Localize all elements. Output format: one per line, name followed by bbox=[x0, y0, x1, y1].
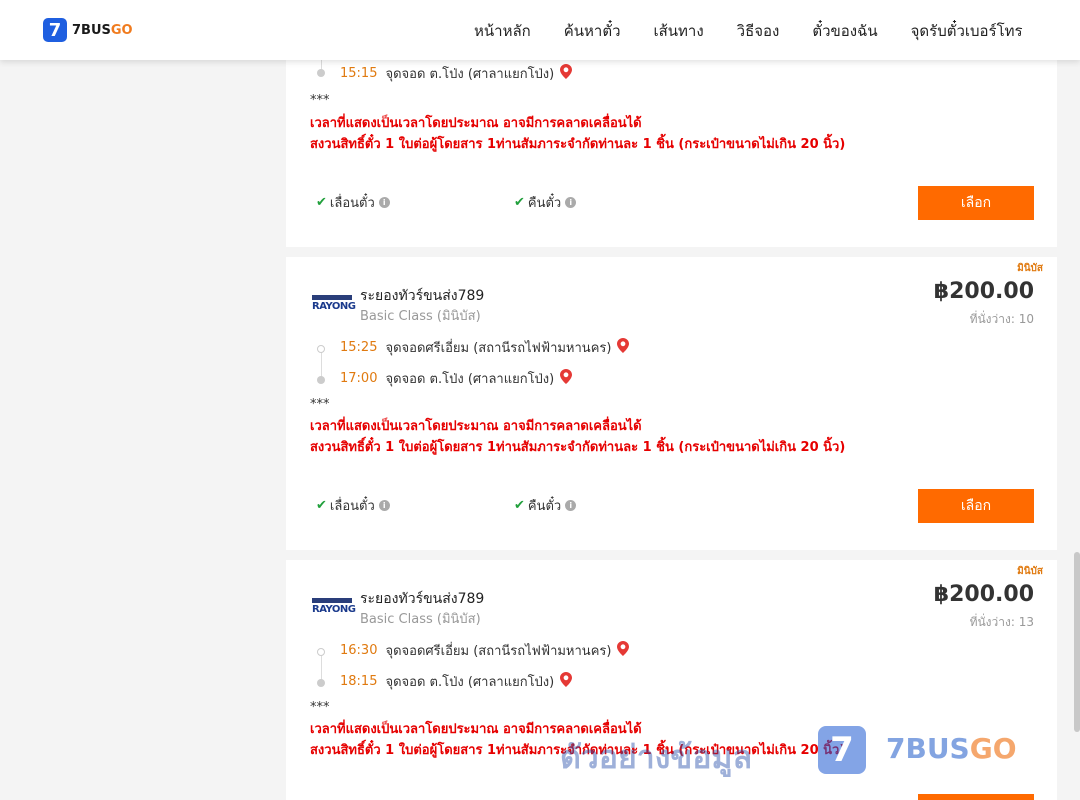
operator-logo: RAYONG bbox=[312, 595, 356, 617]
map-pin-icon[interactable] bbox=[560, 369, 573, 388]
map-pin-icon[interactable] bbox=[560, 64, 573, 83]
policy-change: ✔ เลื่อนตั๋ว i bbox=[316, 192, 390, 213]
trip-note: *** bbox=[310, 700, 330, 715]
departure-place: จุดจอดศรีเอี่ยม (สถานีรถไฟฟ้ามหานคร) bbox=[385, 644, 612, 659]
seats-available: ที่นั่งว่าง: 10 bbox=[969, 312, 1034, 326]
trip-card: มินิบัส RAYONG ระยองทัวร์ขนส่ง789 Basic … bbox=[286, 560, 1057, 800]
warning-luggage: สงวนสิทธิ์ตั๋ว 1 ใบต่อผู้โดยสาร 1ท่านสัม… bbox=[310, 743, 846, 758]
departure-place: จุดจอดศรีเอี่ยม (สถานีรถไฟฟ้ามหานคร) bbox=[385, 341, 612, 356]
trip-card: มินิบัส RAYONG ระยองทัวร์ขนส่ง789 Basic … bbox=[286, 257, 1057, 550]
map-pin-icon[interactable] bbox=[617, 338, 630, 357]
select-button[interactable]: เลือก bbox=[918, 489, 1034, 523]
arrival-dot bbox=[317, 679, 325, 687]
check-icon: ✔ bbox=[514, 498, 525, 513]
operator-name: ระยองทัวร์ขนส่ง789 bbox=[360, 591, 485, 607]
bus-class: Basic Class (มินิบัส) bbox=[360, 612, 481, 627]
info-icon[interactable]: i bbox=[378, 500, 390, 511]
class-badge: มินิบัส bbox=[1017, 263, 1043, 274]
departure-stop: 16:30 จุดจอดศรีเอี่ยม (สถานีรถไฟฟ้ามหานค… bbox=[340, 640, 630, 661]
ticket-price: ฿200.00 bbox=[933, 582, 1034, 607]
map-pin-icon[interactable] bbox=[560, 672, 573, 691]
ticket-price: ฿200.00 bbox=[933, 279, 1034, 304]
trip-card: 15:15 จุดจอด ต.โป่ง (ศาลาแยกโป่ง) *** เว… bbox=[286, 60, 1057, 247]
arrival-time: 17:00 bbox=[340, 371, 378, 386]
policy-refund: ✔ คืนตั๋ว i bbox=[514, 192, 577, 213]
scrollbar-thumb[interactable] bbox=[1074, 552, 1080, 732]
class-badge: มินิบัส bbox=[1017, 566, 1043, 577]
bus-class: Basic Class (มินิบัส) bbox=[360, 309, 481, 324]
departure-dot bbox=[317, 345, 325, 353]
policy-refund: ✔ คืนตั๋ว i bbox=[514, 495, 577, 516]
route-line bbox=[321, 349, 322, 377]
info-icon[interactable]: i bbox=[565, 500, 577, 511]
nav-home[interactable]: หน้าหลัก bbox=[474, 19, 531, 43]
policy-change: ✔ เลื่อนตั๋ว i bbox=[316, 495, 390, 516]
check-icon: ✔ bbox=[514, 195, 525, 210]
arrival-dot bbox=[317, 69, 325, 77]
logo-mark: 7 bbox=[43, 18, 67, 42]
arrival-place: จุดจอด ต.โป่ง (ศาลาแยกโป่ง) bbox=[385, 675, 555, 690]
info-icon[interactable]: i bbox=[565, 197, 577, 208]
arrival-stop: 18:15 จุดจอด ต.โป่ง (ศาลาแยกโป่ง) bbox=[340, 671, 573, 692]
departure-stop: 15:25 จุดจอดศรีเอี่ยม (สถานีรถไฟฟ้ามหานค… bbox=[340, 337, 630, 358]
select-button[interactable]: เลือก bbox=[918, 186, 1034, 220]
map-pin-icon[interactable] bbox=[617, 641, 630, 660]
seats-available: ที่นั่งว่าง: 13 bbox=[969, 615, 1034, 629]
warning-time: เวลาที่แสดงเป็นเวลาโดยประมาณ อาจมีการคลา… bbox=[310, 722, 642, 737]
info-icon[interactable]: i bbox=[378, 197, 390, 208]
arrival-time: 18:15 bbox=[340, 674, 378, 689]
trip-note: *** bbox=[310, 397, 330, 412]
warning-time: เวลาที่แสดงเป็นเวลาโดยประมาณ อาจมีการคลา… bbox=[310, 419, 642, 434]
arrival-place: จุดจอด ต.โป่ง (ศาลาแยกโป่ง) bbox=[385, 372, 555, 387]
departure-time: 15:25 bbox=[340, 340, 378, 355]
main-nav: หน้าหลัก ค้นหาตั๋ว เส้นทาง วิธีจอง ตั๋วข… bbox=[474, 19, 1056, 43]
departure-time: 16:30 bbox=[340, 643, 378, 658]
arrival-stop: 15:15 จุดจอด ต.โป่ง (ศาลาแยกโป่ง) bbox=[340, 63, 573, 84]
warning-time: เวลาที่แสดงเป็นเวลาโดยประมาณ อาจมีการคลา… bbox=[310, 116, 642, 131]
departure-dot bbox=[317, 648, 325, 656]
select-button[interactable] bbox=[918, 794, 1034, 800]
arrival-time: 15:15 bbox=[340, 66, 378, 81]
warning-luggage: สงวนสิทธิ์ตั๋ว 1 ใบต่อผู้โดยสาร 1ท่านสัม… bbox=[310, 440, 846, 455]
arrival-stop: 17:00 จุดจอด ต.โป่ง (ศาลาแยกโป่ง) bbox=[340, 368, 573, 389]
warning-luggage: สงวนสิทธิ์ตั๋ว 1 ใบต่อผู้โดยสาร 1ท่านสัม… bbox=[310, 137, 846, 152]
route-line bbox=[321, 652, 322, 680]
page-scrollbar[interactable] bbox=[1074, 60, 1080, 800]
trip-note: *** bbox=[310, 93, 330, 108]
arrival-dot bbox=[317, 376, 325, 384]
logo-text: 7BUSGO bbox=[72, 22, 133, 38]
nav-ticket-points[interactable]: จุดรับตั๋วเบอร์โทร bbox=[911, 19, 1023, 43]
nav-my-tickets[interactable]: ตั๋วของฉัน bbox=[812, 19, 877, 43]
nav-search-tickets[interactable]: ค้นหาตั๋ว bbox=[564, 19, 621, 43]
nav-routes[interactable]: เส้นทาง bbox=[654, 19, 704, 43]
nav-how-to-book[interactable]: วิธีจอง bbox=[737, 19, 780, 43]
check-icon: ✔ bbox=[316, 498, 327, 513]
site-logo[interactable]: 7 7BUSGO bbox=[43, 18, 133, 42]
operator-name: ระยองทัวร์ขนส่ง789 bbox=[360, 288, 485, 304]
top-header: 7 7BUSGO หน้าหลัก ค้นหาตั๋ว เส้นทาง วิธี… bbox=[0, 0, 1080, 60]
check-icon: ✔ bbox=[316, 195, 327, 210]
operator-logo: RAYONG bbox=[312, 292, 356, 314]
arrival-place: จุดจอด ต.โป่ง (ศาลาแยกโป่ง) bbox=[385, 67, 555, 82]
